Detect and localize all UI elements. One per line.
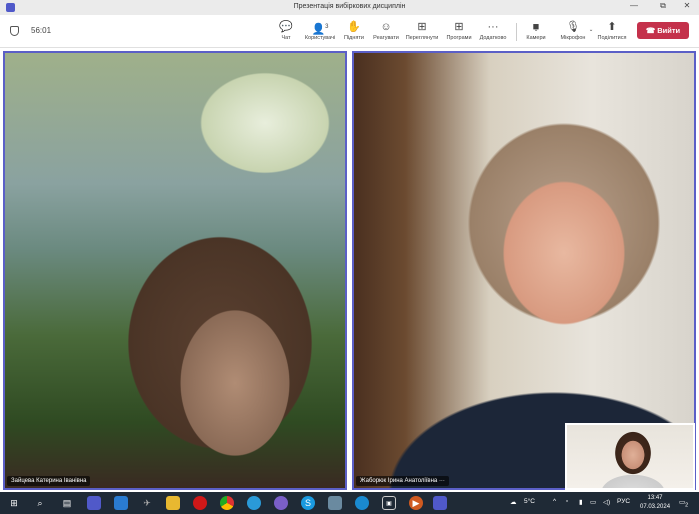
more-options-icon[interactable]: ··· bbox=[439, 478, 445, 484]
edge-icon[interactable] bbox=[355, 496, 369, 510]
participant-name: Зайцева Катерина Іванівна bbox=[7, 476, 91, 486]
video-stage: Зайцева Катерина Іванівна Жаборюк Ірина … bbox=[0, 48, 699, 492]
skype-icon[interactable]: S bbox=[301, 496, 315, 510]
file-explorer-icon[interactable] bbox=[166, 496, 180, 510]
media-player-icon[interactable]: ▶ bbox=[409, 496, 423, 510]
participant-name: Жаборюк Ірина Анатоліївна ··· bbox=[356, 476, 449, 486]
windows-taskbar: ⊞ ⌕ ▤ ✈ S ▣ ▶ ☁ 5°C ^ ▫ ▮ ▭ ◁) РУС 13:47… bbox=[0, 492, 699, 514]
calculator-icon[interactable] bbox=[328, 496, 342, 510]
camera-options-chevron-icon[interactable]: ⌄ bbox=[531, 27, 541, 33]
participants-count: 3 bbox=[325, 24, 329, 30]
start-icon[interactable]: ⊞ bbox=[7, 496, 21, 510]
view-grid-icon: ⊞ bbox=[417, 21, 427, 33]
more-button[interactable]: ··· Додатково bbox=[473, 20, 513, 41]
self-view-video[interactable] bbox=[565, 423, 695, 490]
meeting-toolbar: 56:01 💬 Чат 👤3 Користувачі ✋ Підняти ☺ Реагу… bbox=[0, 15, 699, 48]
weather-icon[interactable]: ☁ bbox=[510, 498, 517, 506]
tray-chevron-icon[interactable]: ^ bbox=[553, 498, 556, 505]
teams-icon[interactable] bbox=[87, 496, 101, 510]
app-icon[interactable]: ✈ bbox=[140, 496, 154, 510]
react-button[interactable]: ☺ Реагувати bbox=[366, 20, 406, 41]
leave-button[interactable]: ☎ Вийти bbox=[637, 22, 689, 39]
meeting-timer: 56:01 bbox=[31, 26, 52, 35]
volume-icon[interactable]: ◁) bbox=[603, 498, 610, 506]
share-button[interactable]: ⬆ Поділитися bbox=[592, 20, 632, 41]
task-view-icon[interactable]: ▤ bbox=[60, 496, 74, 510]
clock[interactable]: 13:47 07.03.2024 bbox=[640, 494, 670, 512]
emoji-icon: ☺ bbox=[380, 21, 392, 33]
weather-temperature[interactable]: 5°C bbox=[524, 498, 535, 505]
search-icon[interactable]: ⌕ bbox=[33, 496, 47, 510]
minimize-button[interactable]: — bbox=[623, 1, 645, 14]
phone-hangup-icon: ☎ bbox=[645, 26, 658, 35]
close-button[interactable]: ✕ bbox=[676, 1, 698, 14]
maximize-button[interactable]: ⧉ bbox=[652, 1, 674, 14]
chrome-icon[interactable] bbox=[220, 496, 234, 510]
viber-icon[interactable] bbox=[274, 496, 288, 510]
dropbox-icon[interactable] bbox=[114, 496, 128, 510]
title-bar: Презентація вибіркових дисциплін — ⧉ ✕ bbox=[0, 0, 699, 15]
share-icon: ⬆ bbox=[607, 21, 617, 33]
notifications-icon[interactable]: ▭2 bbox=[679, 498, 688, 508]
shield-icon bbox=[10, 26, 19, 36]
more-icon: ··· bbox=[487, 21, 499, 33]
language-indicator[interactable]: РУС bbox=[617, 498, 630, 505]
participant-video-tile[interactable]: Зайцева Катерина Іванівна bbox=[3, 51, 347, 490]
view-button[interactable]: ⊞ Переглянути bbox=[402, 20, 442, 41]
screen-app-icon[interactable]: ▣ bbox=[382, 496, 396, 510]
telegram-icon[interactable] bbox=[247, 496, 261, 510]
microphone-tray-icon[interactable]: ▮ bbox=[579, 498, 583, 506]
network-icon[interactable]: ▭ bbox=[590, 498, 596, 506]
camera-tray-icon[interactable]: ▫ bbox=[566, 498, 568, 505]
window-title: Презентація вибіркових дисциплін bbox=[293, 3, 406, 10]
opera-icon[interactable] bbox=[193, 496, 207, 510]
teams-active-icon[interactable] bbox=[433, 496, 447, 510]
